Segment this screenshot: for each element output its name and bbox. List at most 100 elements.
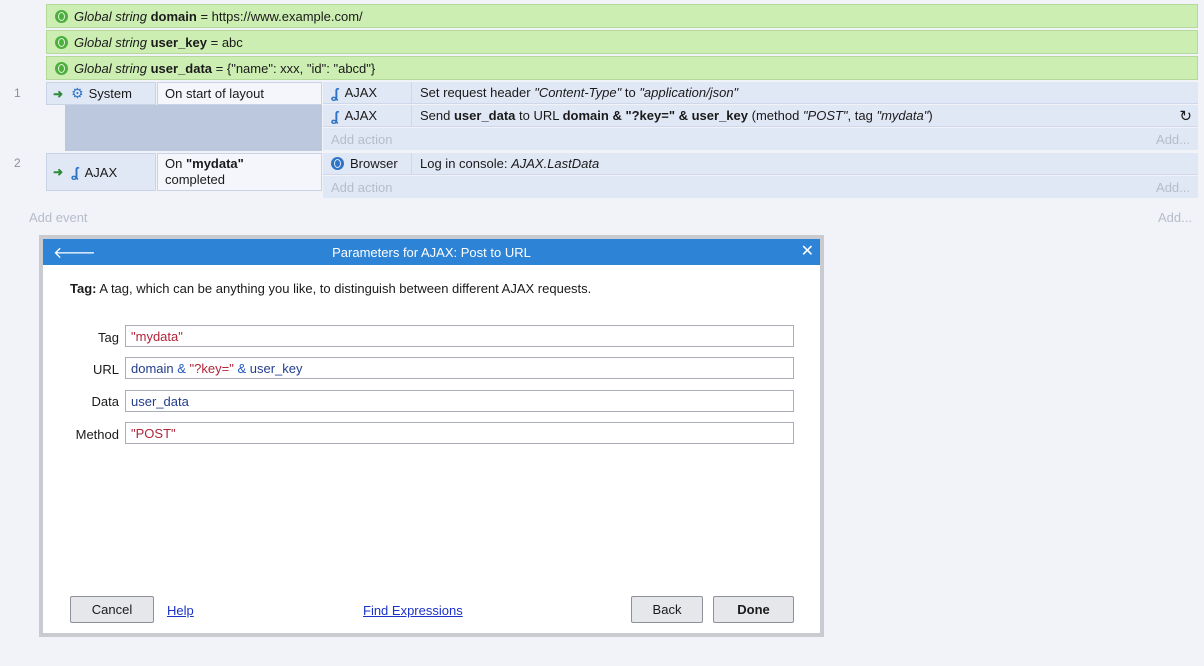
- action-text-part: "application/json": [639, 85, 739, 100]
- event-1-object[interactable]: ➜ ⚙ System: [46, 82, 156, 105]
- event-1-condition-space: [65, 105, 322, 151]
- method-input[interactable]: "POST": [125, 422, 794, 444]
- done-button[interactable]: Done: [713, 596, 794, 623]
- action-text-part: Send: [420, 108, 454, 123]
- condition-text-part: completed: [165, 172, 225, 187]
- arrow-right-icon: ➜: [53, 86, 64, 101]
- event-2-condition[interactable]: On "mydata" completed: [157, 153, 322, 191]
- add-more-link[interactable]: Add...: [1156, 132, 1190, 147]
- global-var-domain[interactable]: Global string domain = https://www.examp…: [46, 4, 1198, 28]
- event-1-object-label: System: [88, 86, 132, 101]
- action-text-part: to: [621, 85, 640, 100]
- url-value-part: user_key: [249, 360, 303, 376]
- global-var-kind: Global string: [74, 60, 147, 76]
- ajax-icon: ʆ: [71, 164, 79, 180]
- url-input[interactable]: domain & "?key=" & user_key: [125, 357, 794, 379]
- action-text-part: Log in console:: [420, 156, 512, 171]
- add-action-row: Add action Add...: [323, 128, 1198, 150]
- global-var-equals: =: [207, 34, 222, 50]
- global-var-name: domain: [150, 8, 197, 24]
- data-input[interactable]: user_data: [125, 390, 794, 412]
- url-value-part: domain: [131, 360, 174, 376]
- action-text-part: (method: [748, 108, 803, 123]
- action-text-part: AJAX.LastData: [511, 156, 600, 171]
- tag-value: "mydata": [131, 328, 183, 344]
- action-2-text[interactable]: Send user_data to URL domain & "?key=" &…: [411, 105, 1198, 127]
- method-label: Method: [75, 427, 119, 442]
- add-action-link[interactable]: Add action: [331, 180, 392, 195]
- refresh-icon[interactable]: ↻: [1179, 107, 1192, 125]
- action-text-part: "POST": [802, 108, 848, 123]
- parameters-dialog: 🡐 Parameters for AJAX: Post to URL ✕ Tag…: [39, 235, 824, 637]
- globe-icon: [55, 9, 68, 23]
- event-1-condition-label: On start of layout: [165, 86, 264, 101]
- global-var-equals: =: [196, 8, 212, 24]
- global-var-value: abc: [221, 34, 243, 50]
- action-object-label: AJAX: [344, 108, 378, 123]
- data-value: user_data: [131, 393, 189, 409]
- add-event-link[interactable]: Add event: [29, 210, 88, 225]
- action-object-label: AJAX: [344, 85, 378, 100]
- action-text-part: user_data: [453, 108, 516, 123]
- global-var-value: https://www.example.com/: [211, 8, 363, 24]
- action-text-part: Set request header: [420, 85, 535, 100]
- global-var-kind: Global string: [74, 8, 147, 24]
- back-button[interactable]: Back: [631, 596, 703, 623]
- action-2-object[interactable]: ʆ AJAX: [323, 105, 411, 127]
- global-var-name: user_data: [150, 60, 213, 76]
- ajax-icon: ʆ: [331, 107, 339, 124]
- action-text-part: "Content-Type": [534, 85, 622, 100]
- globe-icon: [55, 61, 68, 75]
- action-1-object[interactable]: ʆ AJAX: [323, 82, 411, 104]
- url-value-part: "?key=": [189, 360, 234, 376]
- action-text-part: "mydata": [876, 108, 929, 123]
- data-label: Data: [91, 394, 119, 409]
- add-more-link[interactable]: Add...: [1156, 180, 1190, 195]
- help-link[interactable]: Help: [167, 603, 194, 618]
- dialog-title-bar: 🡐 Parameters for AJAX: Post to URL ✕: [43, 239, 820, 265]
- event-2-object-label: AJAX: [84, 164, 118, 180]
- event-number: 2: [14, 156, 21, 170]
- param-description-label: Tag:: [70, 281, 97, 296]
- action-3-text[interactable]: Log in console: AJAX.LastData: [411, 153, 1198, 175]
- add-event-more-link[interactable]: Add...: [1158, 210, 1192, 225]
- gear-icon: ⚙: [71, 85, 84, 101]
- event-2-object[interactable]: ➜ ʆ AJAX: [46, 153, 156, 191]
- global-var-value: {"name": xxx, "id": "abcd"}: [226, 60, 376, 76]
- condition-text-part: On: [165, 156, 186, 171]
- event-1-gutter: [46, 105, 65, 151]
- url-value-part: &: [173, 360, 190, 376]
- action-3-object[interactable]: Browser: [323, 153, 411, 175]
- global-var-kind: Global string: [74, 34, 147, 50]
- find-expressions-link[interactable]: Find Expressions: [363, 603, 463, 618]
- add-action-row: Add action Add...: [323, 176, 1198, 198]
- ajax-icon: ʆ: [331, 84, 339, 101]
- url-value-part: &: [233, 360, 250, 376]
- globe-icon: [55, 35, 68, 49]
- method-value: "POST": [131, 425, 176, 441]
- url-label: URL: [92, 362, 119, 377]
- add-action-link[interactable]: Add action: [331, 132, 392, 147]
- param-description-text: A tag, which can be anything you like, t…: [96, 281, 592, 296]
- globe-icon: [331, 157, 344, 170]
- dialog-title: Parameters for AJAX: Post to URL: [332, 244, 531, 260]
- action-object-label: Browser: [350, 156, 398, 171]
- global-var-user-key[interactable]: Global string user_key = abc: [46, 30, 1198, 54]
- cancel-button[interactable]: Cancel: [70, 596, 154, 623]
- param-description: Tag: A tag, which can be anything you li…: [70, 281, 591, 296]
- tag-label: Tag: [98, 330, 119, 345]
- action-text-part: , tag: [847, 108, 877, 123]
- global-var-user-data[interactable]: Global string user_data = {"name": xxx, …: [46, 56, 1198, 80]
- event-number: 1: [14, 86, 21, 100]
- global-var-name: user_key: [150, 34, 207, 50]
- tag-input[interactable]: "mydata": [125, 325, 794, 347]
- global-var-equals: =: [212, 60, 227, 76]
- arrow-left-icon[interactable]: 🡐: [53, 242, 96, 263]
- action-text-part: to URL: [515, 108, 563, 123]
- condition-text-part: "mydata": [185, 156, 244, 171]
- action-text-part: ): [928, 108, 933, 123]
- action-1-text[interactable]: Set request header "Content-Type" to "ap…: [411, 82, 1198, 104]
- action-text-part: domain & "?key=" & user_key: [562, 108, 748, 123]
- close-icon[interactable]: ✕: [801, 241, 814, 261]
- event-1-condition[interactable]: On start of layout: [157, 82, 322, 105]
